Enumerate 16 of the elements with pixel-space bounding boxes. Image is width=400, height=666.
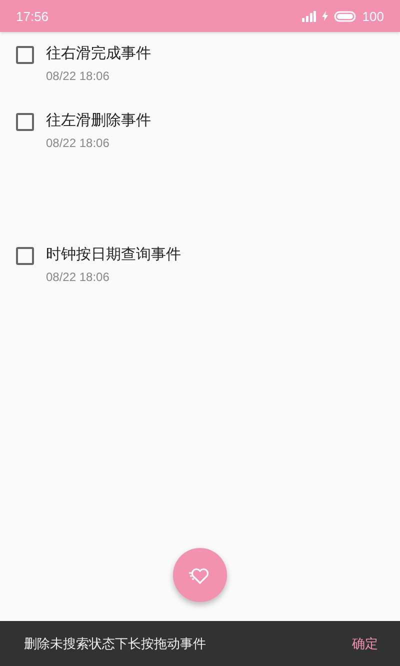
status-time: 17:56 (16, 8, 49, 24)
checkbox[interactable] (16, 113, 34, 131)
signal-icon (302, 10, 316, 22)
event-title: 往左滑删除事件 (46, 111, 151, 130)
confirm-button[interactable]: 确定 (352, 634, 378, 652)
event-time: 08/22 18:06 (46, 270, 110, 284)
event-time: 08/22 18:06 (46, 69, 110, 83)
checkbox[interactable] (16, 247, 34, 265)
battery-icon (334, 10, 356, 22)
snackbar-message: 删除未搜索状态下长按拖动事件 (24, 636, 206, 652)
event-title: 时钟按日期查询事件 (46, 245, 181, 264)
event-time: 08/22 18:06 (46, 136, 110, 150)
battery-level: 100 (362, 8, 384, 24)
charging-icon (322, 11, 328, 21)
event-title: 往右滑完成事件 (46, 44, 151, 63)
checkbox[interactable] (16, 46, 34, 64)
